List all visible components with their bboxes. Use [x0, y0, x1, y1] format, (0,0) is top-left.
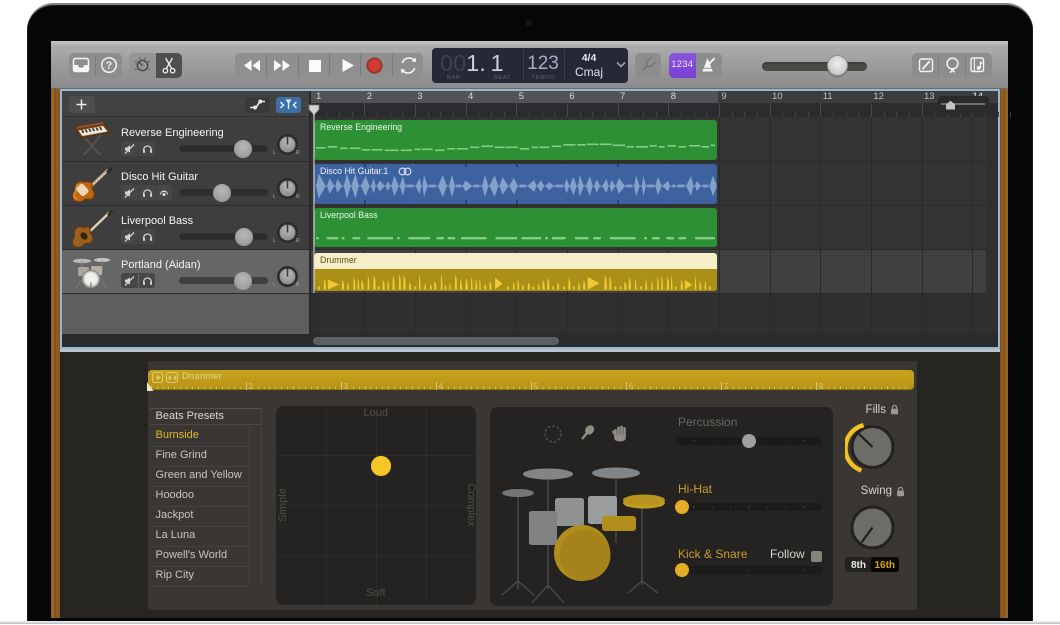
- svg-text:?: ?: [106, 60, 112, 72]
